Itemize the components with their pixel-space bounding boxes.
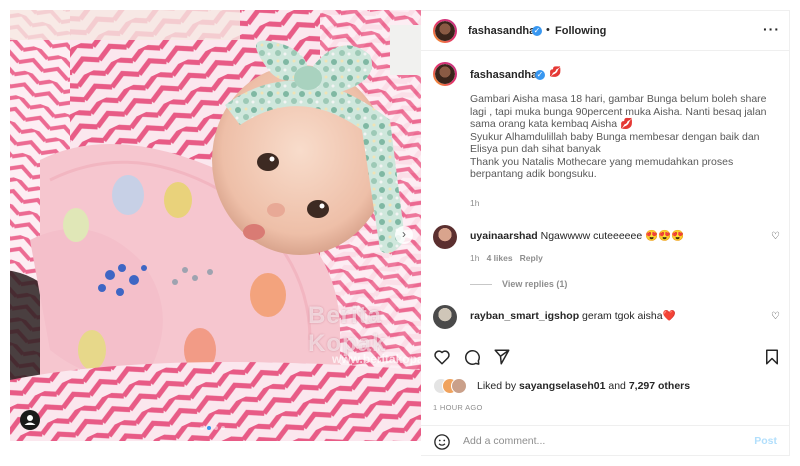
view-replies-button[interactable]: View replies (1) — [502, 279, 567, 289]
avatar-image — [435, 64, 455, 84]
liked-by-prefix: Liked by — [477, 380, 517, 392]
caption-line: sama orang kata kembaq Aisha 💋 — [470, 118, 634, 130]
baby-photo-illustration — [10, 10, 421, 441]
header-separator: • — [546, 24, 550, 36]
carousel-dot — [214, 426, 218, 430]
share-icon[interactable] — [493, 348, 511, 366]
comment-body: geram tgok aisha❤️ — [582, 310, 676, 322]
caption-author-avatar[interactable] — [433, 62, 457, 86]
caption-line: Thank you Natalis Mothecare yang memudah… — [470, 155, 734, 168]
comment-body: Ngawwww cuteeeeee 😍😍😍 — [540, 230, 685, 242]
heart-icon[interactable] — [433, 348, 451, 366]
post-details-panel: fashasandha ✓ • Following ··· fashasandh… — [421, 10, 790, 456]
post-comment-button[interactable]: Post — [754, 435, 777, 447]
caption-line: Elisya pun dah sihat banyak — [470, 143, 601, 155]
liked-by-avatars[interactable] — [433, 378, 473, 394]
post-photo[interactable]: Berita Kopak www.beritakopak.com › — [10, 10, 421, 441]
commenter-avatar[interactable] — [433, 225, 457, 249]
author-avatar[interactable] — [433, 19, 457, 43]
avatar-image — [435, 21, 455, 41]
comment-username[interactable]: rayban_smart_igshop — [470, 310, 579, 322]
author-username[interactable]: fashasandha — [468, 25, 535, 37]
instagram-post-frame: Berita Kopak www.beritakopak.com › — [0, 0, 800, 466]
liked-by-text: Liked by sayangselaseh01 and 7,297 other… — [477, 380, 690, 392]
post-header: fashasandha ✓ • Following ··· — [421, 11, 789, 51]
caption-emoji: 💋 — [549, 67, 562, 78]
chevron-right-icon: › — [402, 227, 406, 241]
comment-time[interactable]: 1h — [470, 253, 479, 263]
carousel-dot-active — [207, 426, 211, 430]
caption-line: Syukur Alhamdulillah baby Bunga membesar… — [470, 130, 760, 143]
carousel-dots — [200, 426, 240, 432]
more-horizontal-icon[interactable]: ··· — [763, 21, 780, 37]
verified-badge-icon: ✓ — [532, 26, 542, 36]
comment-2: rayban_smart_igshop geram tgok aisha❤️ — [470, 309, 676, 322]
caption-text: Gambari Aisha masa 18 hari, gambar Bunga… — [470, 93, 770, 181]
caption-line: lagi , tapi muka bunga 90percent muka Ai… — [470, 105, 767, 118]
add-comment-input[interactable] — [461, 434, 725, 448]
tagged-users-button[interactable] — [20, 410, 40, 430]
carousel-dot — [200, 426, 204, 430]
watermark-url: www.beritakopak.com — [332, 352, 421, 366]
comment-1-meta: 1h 4 likes Reply — [470, 253, 543, 263]
add-comment-bar: Post — [421, 425, 789, 458]
liked-by-and: and — [608, 380, 626, 392]
following-button[interactable]: Following — [555, 25, 606, 37]
watermark-title: Berita Kopak — [308, 302, 387, 357]
emoji-smile-icon[interactable] — [433, 433, 451, 451]
verified-badge-icon: ✓ — [535, 70, 545, 80]
caption-line: Gambari Aisha masa 18 hari, gambar Bunga… — [470, 93, 767, 105]
comment-like-heart-icon[interactable]: ♡ — [771, 311, 780, 322]
comment-like-heart-icon[interactable]: ♡ — [771, 231, 780, 242]
view-replies-line — [470, 284, 492, 285]
caption-time[interactable]: 1h — [470, 198, 479, 208]
liked-by-others[interactable]: 7,297 others — [629, 380, 690, 392]
liked-by-user[interactable]: sayangselaseh01 — [519, 380, 605, 392]
comment-reply-button[interactable]: Reply — [520, 253, 543, 263]
comment-username[interactable]: uyainaarshad — [470, 230, 538, 242]
comment-1: uyainaarshad Ngawwww cuteeeeee 😍😍😍 — [470, 229, 684, 242]
carousel-dot — [221, 426, 225, 430]
commenter-avatar[interactable] — [433, 305, 457, 329]
caption-username[interactable]: fashasandha — [470, 69, 537, 81]
bookmark-icon[interactable] — [763, 348, 781, 366]
comment-icon[interactable] — [463, 348, 481, 366]
person-icon — [24, 415, 36, 425]
carousel-next-button[interactable]: › — [395, 226, 413, 244]
liker-avatar — [451, 378, 467, 394]
post-time-ago[interactable]: 1 HOUR AGO — [433, 403, 483, 412]
comment-likes[interactable]: 4 likes — [487, 253, 513, 263]
caption-line: berpantang adik bongsuku. — [470, 168, 597, 180]
